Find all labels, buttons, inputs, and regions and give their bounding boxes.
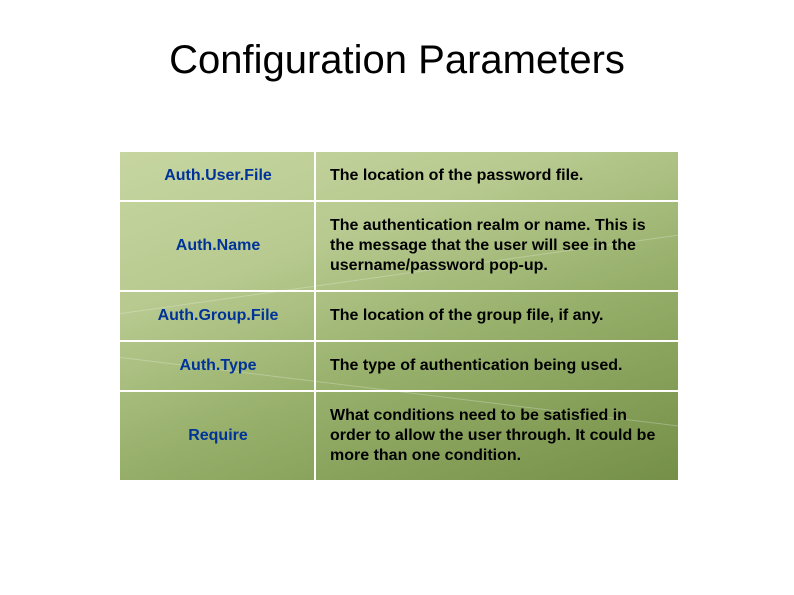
param-desc: The authentication realm or name. This i… [315,201,679,291]
param-name: Auth.User.File [119,151,315,201]
table-row: Auth.Type The type of authentication bei… [119,341,679,391]
parameters-table: Auth.User.File The location of the passw… [118,150,680,482]
param-name: Auth.Group.File [119,291,315,341]
table-row: Auth.Group.File The location of the grou… [119,291,679,341]
page-title: Configuration Parameters [0,38,794,83]
param-name: Auth.Type [119,341,315,391]
param-desc: What conditions need to be satisfied in … [315,391,679,481]
table-row: Auth.User.File The location of the passw… [119,151,679,201]
param-name: Require [119,391,315,481]
param-name: Auth.Name [119,201,315,291]
slide: Configuration Parameters Auth.User.File … [0,0,794,595]
table-row: Auth.Name The authentication realm or na… [119,201,679,291]
param-desc: The location of the password file. [315,151,679,201]
param-desc: The type of authentication being used. [315,341,679,391]
table-row: Require What conditions need to be satis… [119,391,679,481]
param-desc: The location of the group file, if any. [315,291,679,341]
